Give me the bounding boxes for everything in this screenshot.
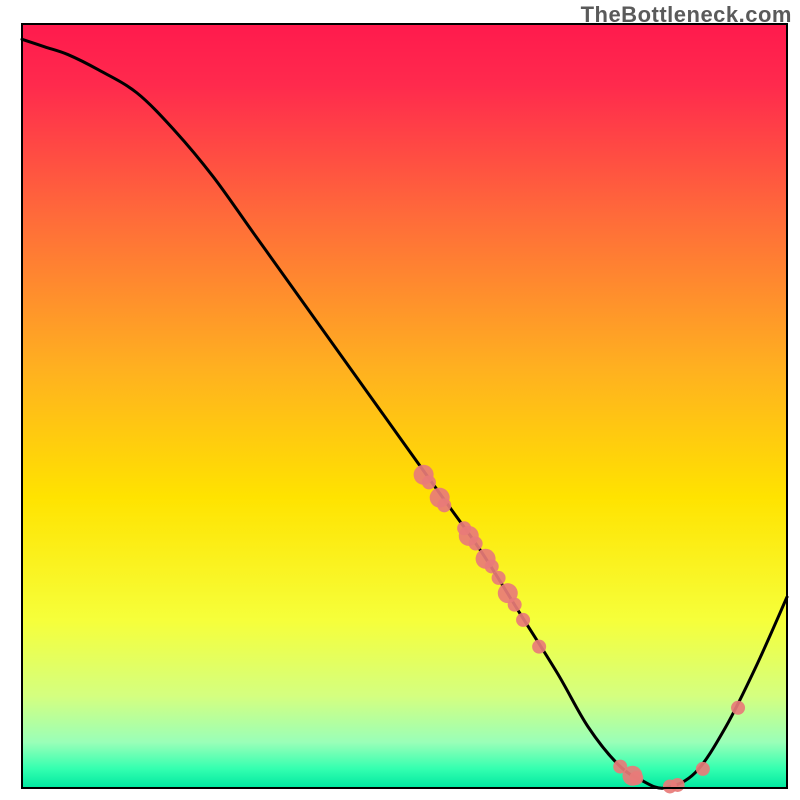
plot-background [22,24,787,788]
highlight-point [508,598,522,612]
highlight-point [629,771,643,785]
highlight-point [696,762,710,776]
highlight-point [437,498,451,512]
highlight-point [671,778,685,792]
highlight-point [469,537,483,551]
bottleneck-chart [0,0,800,800]
highlight-point [532,640,546,654]
chart-frame: TheBottleneck.com [0,0,800,800]
highlight-point [422,475,436,489]
page-title: TheBottleneck.com [581,2,792,28]
highlight-point [731,701,745,715]
highlight-point [516,613,530,627]
highlight-point [492,571,506,585]
